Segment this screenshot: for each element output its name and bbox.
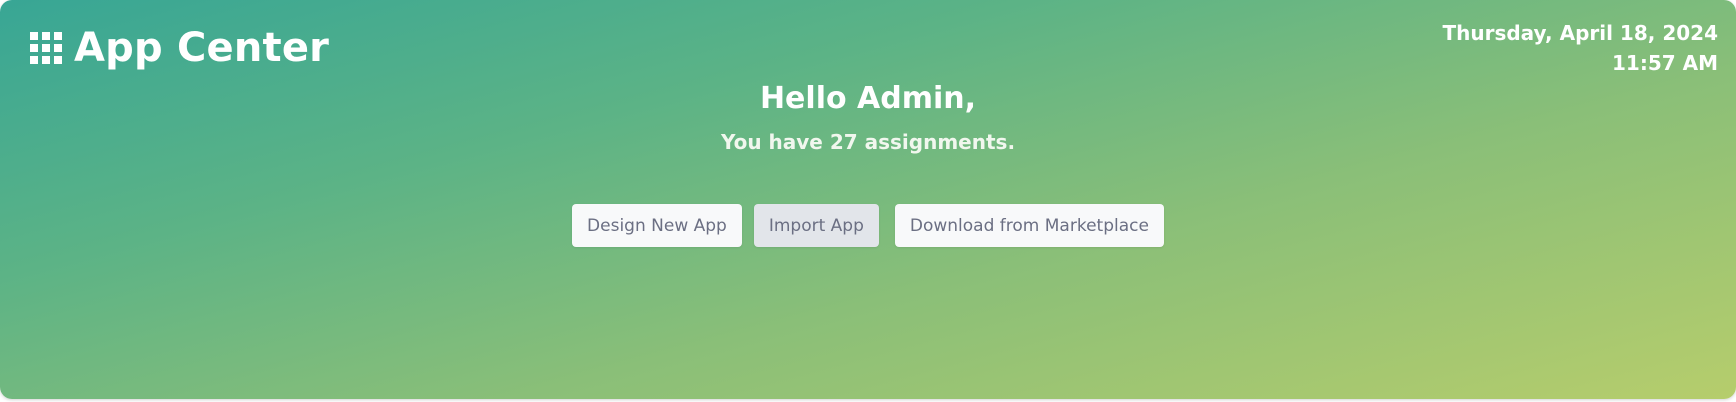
import-app-button[interactable]: Import App <box>753 204 879 247</box>
download-marketplace-button[interactable]: Download from Marketplace <box>894 204 1164 247</box>
design-new-app-button[interactable]: Design New App <box>572 204 742 247</box>
current-time: 11:57 AM <box>1611 51 1718 75</box>
action-buttons: Design New App Import App Download from … <box>0 204 1736 247</box>
assignments-message: You have 27 assignments. <box>720 130 1016 154</box>
brand: App Center <box>30 22 329 74</box>
greeting-heading: Hello Admin, <box>759 81 977 116</box>
apps-grid-icon <box>30 32 62 64</box>
current-date: Thursday, April 18, 2024 <box>1442 21 1718 45</box>
datetime: Thursday, April 18, 2024 11:57 AM <box>1442 18 1718 78</box>
app-center-banner: App Center Thursday, April 18, 2024 11:5… <box>0 0 1736 399</box>
app-title: App Center <box>74 25 330 71</box>
